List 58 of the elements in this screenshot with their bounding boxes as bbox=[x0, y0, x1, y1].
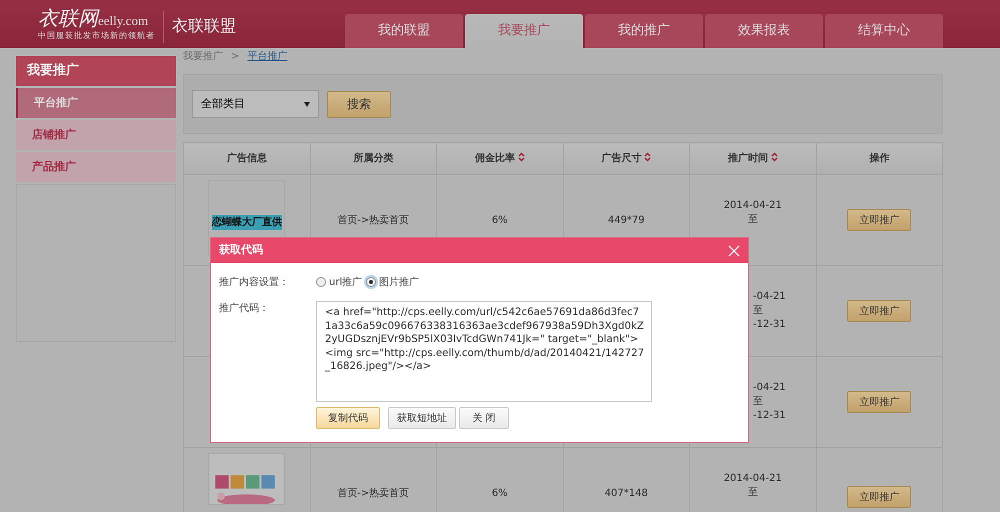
close-icon[interactable] bbox=[728, 244, 740, 256]
commission-rate: 6% bbox=[492, 214, 508, 226]
category-text: 首页->热卖首页 bbox=[337, 488, 410, 499]
sort-icon[interactable] bbox=[770, 152, 778, 162]
dialog-title: 获取代码 bbox=[219, 242, 263, 258]
promote-button[interactable]: 立即推广 bbox=[847, 486, 912, 508]
ad-size: 407*148 bbox=[604, 488, 648, 499]
caret-icon bbox=[304, 102, 310, 106]
column-header: 广告尺寸 bbox=[563, 142, 690, 174]
date-text: 至 bbox=[746, 486, 759, 500]
radio-label[interactable]: 图片推广 bbox=[379, 274, 420, 290]
logo-domain: eelly.com bbox=[98, 12, 148, 30]
column-header: 佣金比率 bbox=[436, 142, 563, 174]
field-label: 推广内容设置： bbox=[219, 276, 290, 290]
promote-button[interactable]: 立即推广 bbox=[847, 209, 912, 231]
date-text: 2014-04-21 bbox=[722, 199, 783, 213]
sidebar-item[interactable]: 平台推广 bbox=[16, 88, 176, 118]
dialog-button[interactable]: 复制代码 bbox=[316, 407, 380, 429]
nav-tab[interactable]: 我的联盟 bbox=[345, 14, 463, 48]
date-text: 2014-04-21 bbox=[722, 472, 783, 486]
category-text: 首页->热卖首页 bbox=[337, 214, 410, 226]
date-text: 至 bbox=[753, 304, 764, 318]
date-text: -12-31 bbox=[753, 318, 787, 332]
column-header: 广告信息 bbox=[184, 142, 310, 174]
sort-icon[interactable] bbox=[518, 152, 525, 162]
sidebar-title: 我要推广 bbox=[16, 56, 176, 86]
date-text: -04-21 bbox=[753, 381, 787, 395]
nav-tab[interactable]: 效果报表 bbox=[705, 14, 823, 48]
search-button[interactable]: 搜索 bbox=[327, 90, 391, 118]
nav-tab[interactable]: 结算中心 bbox=[825, 14, 943, 48]
date-text: -12-31 bbox=[753, 409, 787, 423]
column-header: 操作 bbox=[816, 142, 942, 174]
logo-tagline: 中国服装批发市场新的领航者 bbox=[38, 30, 155, 42]
ad-size: 449*79 bbox=[608, 214, 645, 226]
radio-button[interactable] bbox=[316, 277, 326, 287]
dialog-button[interactable]: 关 闭 bbox=[459, 407, 509, 429]
code-textarea[interactable]: <a href="http://cps.eelly.com/url/c542c6ae57691da86d3fec71a33c6a59c096676338316363ae3cdef967938a59Dh3Xgd0kZ2yUGDsznjEVr9bSP5lX03IvTcdGWn741Jk=" target="_blank"><img src="http://cps.eelly.com/thumb/d/ad/20140421/142727_16826.jpeg"/></a> bbox=[316, 301, 652, 402]
radio-button[interactable] bbox=[366, 277, 376, 287]
date-text: 至 bbox=[746, 213, 759, 227]
sidebar-item[interactable]: 店铺推广 bbox=[16, 120, 176, 150]
promote-button[interactable]: 立即推广 bbox=[847, 300, 912, 322]
sort-icon[interactable] bbox=[644, 152, 652, 162]
radio-label[interactable]: url推广 bbox=[329, 274, 362, 290]
breadcrumb-separator: > bbox=[231, 50, 240, 64]
date-text: 至 bbox=[753, 395, 764, 409]
breadcrumb-link[interactable]: 平台推广 bbox=[247, 50, 288, 74]
nav-tab[interactable]: 我的推广 bbox=[585, 14, 703, 48]
category-select[interactable]: 全部类目 bbox=[192, 90, 319, 118]
dialog-button[interactable]: 获取短地址 bbox=[388, 407, 456, 429]
field-label: 推广代码： bbox=[219, 302, 270, 316]
site-title: 衣联联盟 bbox=[163, 11, 236, 43]
column-header: 推广时间 bbox=[690, 142, 816, 174]
date-text: -04-21 bbox=[753, 290, 787, 304]
promote-button[interactable]: 立即推广 bbox=[847, 391, 912, 413]
sidebar-item[interactable]: 产品推广 bbox=[16, 152, 176, 182]
column-header: 所属分类 bbox=[310, 142, 436, 174]
logo-mark[interactable]: 衣联网 bbox=[38, 6, 98, 30]
commission-rate: 6% bbox=[492, 488, 508, 499]
